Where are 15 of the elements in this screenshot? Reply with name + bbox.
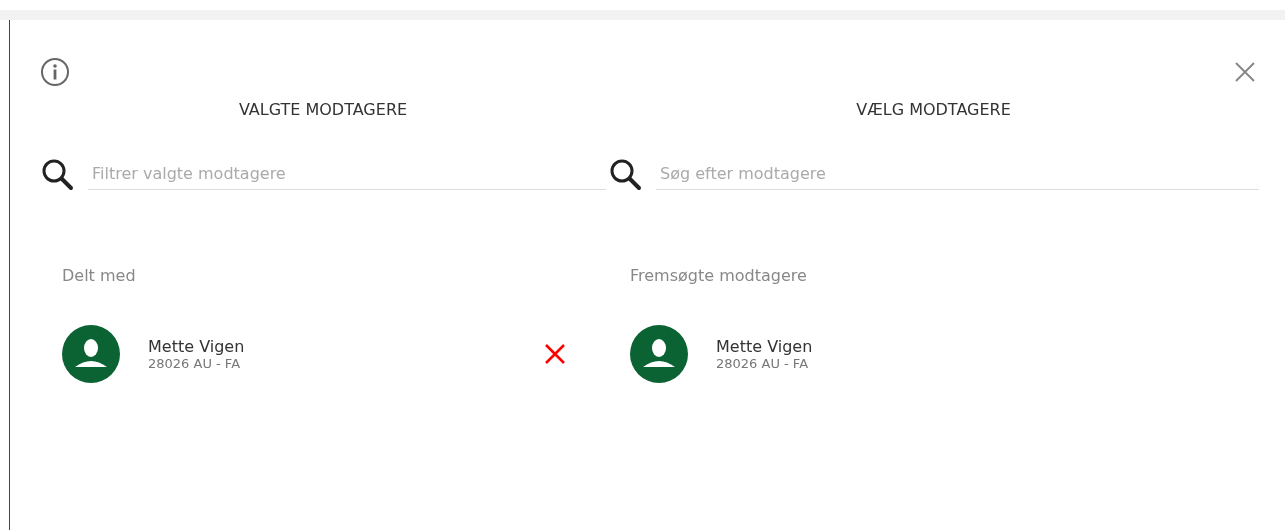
person-detail: 28026 AU - FA xyxy=(148,356,242,370)
info-icon[interactable] xyxy=(40,57,70,87)
avatar-icon xyxy=(630,325,688,383)
person-name: Mette Vigen xyxy=(716,338,813,355)
section-label: Delt med xyxy=(62,266,137,285)
close-icon[interactable] xyxy=(1233,60,1257,84)
column-heading: VÆLG MODTAGERE xyxy=(856,100,1011,121)
person-detail: 28026 AU - FA xyxy=(716,356,810,370)
section-label: Fremsøgte modtagere xyxy=(630,266,808,285)
avatar-icon xyxy=(62,325,120,383)
search-field[interactable]: Filtrer valgte modtagere xyxy=(88,158,606,190)
search-field[interactable]: Søg efter modtagere xyxy=(656,158,1259,190)
person-name: Mette Vigen xyxy=(148,338,245,355)
remove-icon[interactable] xyxy=(544,343,566,365)
column-heading: VALGTE MODTAGERE xyxy=(238,100,408,121)
